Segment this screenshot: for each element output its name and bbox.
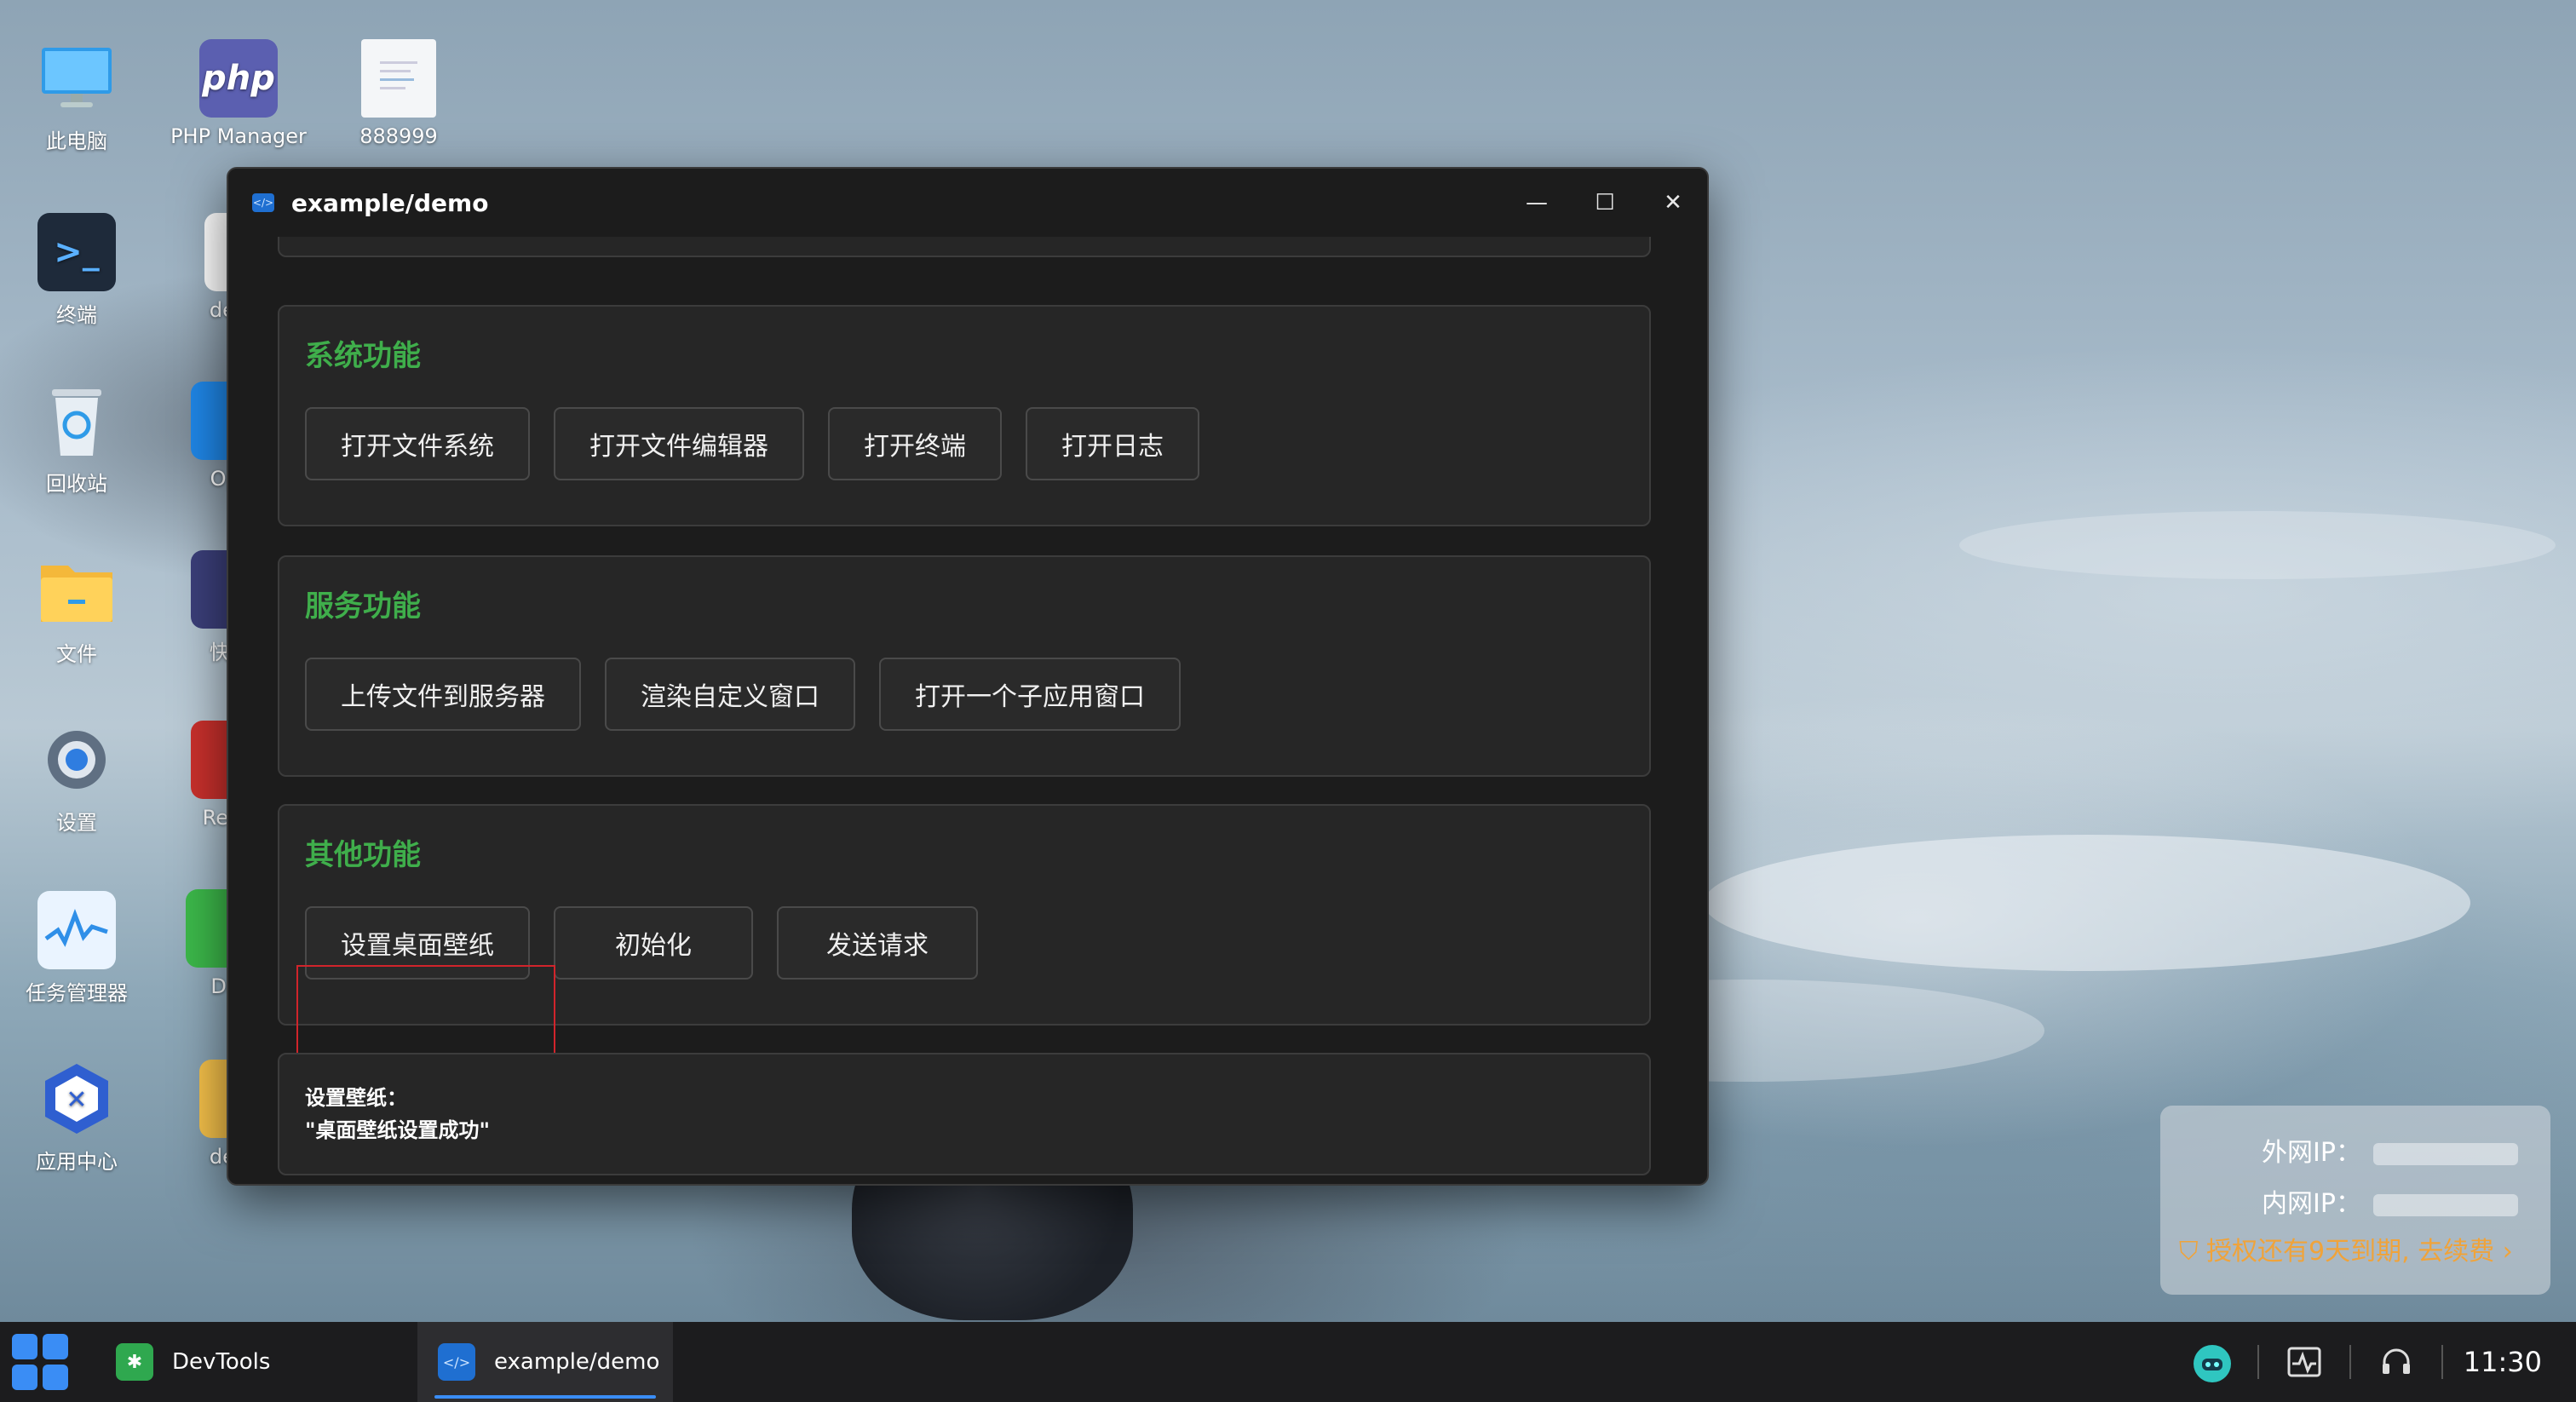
start-tile-icon <box>12 1365 37 1390</box>
desktop-icon-888999[interactable]: 888999 <box>322 39 475 148</box>
desktop-icons-column-2: devto Ops 快捷 Redis De devto <box>153 34 239 1261</box>
public-ip-row: 外网IP： <box>2160 1131 2518 1169</box>
desktop-icon-task-manager[interactable]: 任务管理器 <box>0 891 153 1006</box>
desktop-icon-label: 888999 <box>359 124 438 148</box>
result-text: 设置壁纸： "桌面壁纸设置成功" <box>305 1082 490 1146</box>
desktop-icon-files[interactable]: 文件 <box>0 552 153 667</box>
license-renew-link[interactable]: ⛉ 授权还有9天到期, 去续费 › <box>2179 1230 2513 1267</box>
desktop-icon-app-center[interactable]: ✕ 应用中心 <box>0 1060 153 1175</box>
license-widget: 外网IP： 内网IP： ⛉ 授权还有9天到期, 去续费 › <box>2160 1106 2550 1295</box>
tray-divider <box>2441 1345 2443 1379</box>
maximize-button[interactable]: ☐ <box>1571 169 1639 237</box>
send-request-button[interactable]: 发送请求 <box>777 906 978 980</box>
desktop-icon-label: De <box>210 974 239 998</box>
tray-divider <box>2257 1345 2259 1379</box>
gear-icon <box>37 721 116 799</box>
taskbar: ✱ DevTools </> example/demo 11:30 <box>0 1322 2576 1402</box>
section-title: 系统功能 <box>305 339 421 373</box>
folder-icon <box>37 552 116 630</box>
app-window: </> example/demo — ☐ ✕ 系统功能 打开文件系统 打开文件编… <box>227 167 1709 1186</box>
upload-file-button[interactable]: 上传文件到服务器 <box>305 658 581 731</box>
taskbar-clock[interactable]: 11:30 <box>2464 1346 2542 1378</box>
desktop-icon-shortcut[interactable]: 快捷 <box>153 550 239 665</box>
app-icon: </> <box>252 193 274 212</box>
desktop-icon-label: 此电脑 <box>46 129 107 153</box>
public-ip-value-redacted <box>2373 1142 2518 1165</box>
license-warning-text: 授权还有9天到期, 去续费 <box>2206 1237 2495 1267</box>
recycle-bin-icon <box>37 382 116 460</box>
section-title: 其他功能 <box>305 838 421 872</box>
panel-partial-top <box>278 237 1651 257</box>
panel-system-functions: 系统功能 打开文件系统 打开文件编辑器 打开终端 打开日志 <box>278 305 1651 526</box>
desktop-icon-label: Ops <box>210 467 239 491</box>
desktop-icon-label: 回收站 <box>46 472 107 496</box>
taskbar-app-devtools[interactable]: ✱ DevTools <box>87 1322 342 1402</box>
taskbar-app-example-demo[interactable]: </> example/demo <box>417 1322 673 1402</box>
chevron-right-icon: › <box>2494 1237 2513 1267</box>
assistant-robot-icon[interactable] <box>2188 1337 2237 1387</box>
taskbar-app-label: DevTools <box>172 1349 271 1375</box>
render-custom-window-button[interactable]: 渲染自定义窗口 <box>605 658 855 731</box>
computer-icon <box>37 39 116 118</box>
close-button[interactable]: ✕ <box>1639 169 1707 237</box>
window-title: example/demo <box>291 188 489 217</box>
svg-text:✕: ✕ <box>66 1085 87 1115</box>
headset-icon[interactable] <box>2372 1337 2421 1387</box>
start-tile-icon <box>43 1334 68 1359</box>
desktop-icon-settings[interactable]: 设置 <box>0 721 153 836</box>
taskbar-app-label: example/demo <box>494 1349 660 1375</box>
window-content[interactable]: 系统功能 打开文件系统 打开文件编辑器 打开终端 打开日志 服务功能 上传文件到… <box>228 237 1707 1184</box>
private-ip-row: 内网IP： <box>2160 1182 2518 1220</box>
desktop-icon-redis[interactable]: Redis <box>153 721 239 830</box>
desktop-icon-terminal[interactable]: >_ 终端 <box>0 213 153 328</box>
minimize-button[interactable]: — <box>1503 169 1571 237</box>
desktop-icon-ops[interactable]: Ops <box>153 382 239 491</box>
start-tile-icon <box>43 1365 68 1390</box>
window-titlebar[interactable]: </> example/demo — ☐ ✕ <box>228 169 1707 237</box>
tray-divider <box>2349 1345 2351 1379</box>
desktop-icon-recycle-bin[interactable]: 回收站 <box>0 382 153 497</box>
open-file-editor-button[interactable]: 打开文件编辑器 <box>554 407 804 480</box>
start-tile-icon <box>12 1334 37 1359</box>
private-ip-value-redacted <box>2373 1193 2518 1216</box>
panel-service-functions: 服务功能 上传文件到服务器 渲染自定义窗口 打开一个子应用窗口 <box>278 555 1651 777</box>
panel-result-output: 设置壁纸： "桌面壁纸设置成功" <box>278 1053 1651 1175</box>
start-button[interactable] <box>12 1334 68 1390</box>
initialize-button[interactable]: 初始化 <box>554 906 753 980</box>
code-icon: </> <box>438 1343 475 1381</box>
desktop-icon-label: 任务管理器 <box>26 981 128 1005</box>
open-log-button[interactable]: 打开日志 <box>1026 407 1199 480</box>
open-file-system-button[interactable]: 打开文件系统 <box>305 407 530 480</box>
terminal-icon: >_ <box>37 213 116 291</box>
desktop-icon-label: 设置 <box>56 811 97 835</box>
document-icon <box>361 39 436 118</box>
desktop-icon-label: 文件 <box>56 642 97 666</box>
result-value: "桌面壁纸设置成功" <box>305 1118 491 1142</box>
activity-monitor-icon[interactable] <box>2280 1337 2329 1387</box>
desktop-icon-label: 终端 <box>56 303 97 327</box>
bug-icon: ✱ <box>116 1343 153 1381</box>
task-manager-icon <box>37 891 116 969</box>
result-label: 设置壁纸： <box>305 1086 407 1110</box>
private-ip-label: 内网IP： <box>2262 1189 2361 1219</box>
desktop-icon-label: Redis <box>202 806 239 830</box>
public-ip-label: 外网IP： <box>2262 1138 2361 1168</box>
open-sub-app-window-button[interactable]: 打开一个子应用窗口 <box>879 658 1181 731</box>
desktop-icon-this-pc[interactable]: 此电脑 <box>0 39 153 154</box>
desktop-icon-label: 快捷 <box>210 641 239 664</box>
desktop-icon-devtools[interactable]: De <box>153 889 239 998</box>
desktop-icon-label: 应用中心 <box>36 1150 118 1174</box>
section-title: 服务功能 <box>305 589 421 623</box>
shield-icon: ⛉ <box>2179 1237 2207 1267</box>
app-center-icon: ✕ <box>37 1060 116 1138</box>
open-terminal-button[interactable]: 打开终端 <box>828 407 1002 480</box>
